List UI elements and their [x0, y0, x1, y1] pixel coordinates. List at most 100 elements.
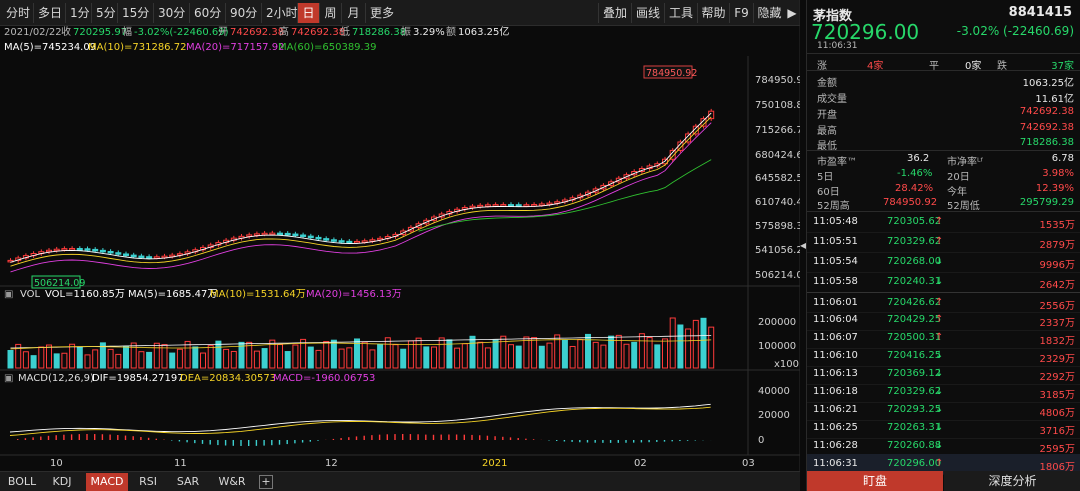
trade-time: 11:05:51	[813, 236, 858, 247]
volume-axis-label: 200000	[758, 317, 796, 328]
indicator-tab-wr[interactable]: W&R	[212, 473, 252, 491]
trade-volume: 9996万	[1039, 260, 1075, 271]
candle-down	[130, 254, 137, 258]
max-price-label: 784950.92	[646, 68, 697, 79]
volume-unit-label: x100	[774, 359, 799, 370]
price-axis-label: 715266.7	[755, 125, 800, 136]
trade-price: 720500.31	[887, 332, 942, 343]
trade-volume: 2337万	[1039, 318, 1075, 329]
volume-bar-down	[76, 346, 83, 369]
volume-ma20: MA(20)=1456.13万	[306, 289, 402, 300]
candle-down	[84, 248, 91, 251]
candle-up	[492, 204, 499, 207]
volume-bar-down	[7, 350, 14, 369]
volume-bar-up	[600, 344, 607, 369]
quote-time: 11:06:31	[817, 41, 858, 51]
trade-price: 720329.62	[887, 236, 942, 247]
volume-bar-down	[261, 348, 268, 369]
candle-down	[146, 256, 153, 259]
d5-value: -1.46%	[897, 168, 933, 179]
volume-legend-icon[interactable]: ▣	[4, 288, 13, 302]
indicator-tab-macd[interactable]: MACD	[86, 473, 128, 491]
volume-bar-up	[46, 344, 52, 369]
volume-bar-up	[200, 352, 206, 369]
volume-bar-up	[708, 326, 715, 369]
volume-bar-up	[69, 343, 76, 369]
volume-bar-up	[546, 342, 553, 369]
trade-volume: 4806万	[1039, 408, 1075, 419]
volume-bar-up	[431, 346, 437, 369]
x-axis-label: 11	[174, 458, 187, 469]
trade-price: 720293.25	[887, 404, 942, 415]
d20-value: 3.98%	[1042, 168, 1074, 179]
x-axis-label: 03	[742, 458, 755, 469]
trade-time: 11:05:54	[813, 256, 858, 267]
trade-time: 11:06:04	[813, 314, 858, 325]
w52-low-value: 295799.29	[1019, 197, 1074, 208]
up-arrow-icon: ↑	[935, 236, 944, 247]
price-change: -3.02% (-22460.69)	[956, 24, 1074, 38]
volume-bar-down	[284, 351, 291, 369]
macd-legend: ▣ MACD(12,26,9) DIF=19854.27197 DEA=2083…	[0, 372, 700, 386]
w52-high-label: 52周高	[817, 201, 850, 212]
volume-bar-down	[492, 339, 499, 369]
candle-down	[346, 240, 353, 244]
volume-bar-up	[638, 333, 645, 369]
candle-down	[284, 232, 291, 236]
watch-button[interactable]: 盯盘	[807, 471, 943, 491]
candle-up	[53, 248, 60, 252]
pe-label: 市盈率™	[817, 157, 857, 168]
volume-bar-up	[153, 342, 160, 369]
trade-volume: 2879万	[1039, 240, 1075, 251]
macd-legend-icon[interactable]: ▣	[4, 372, 13, 386]
indicator-tab-rsi[interactable]: RSI	[132, 473, 164, 491]
ma20-line	[10, 122, 712, 273]
indicator-tab-boll[interactable]: BOLL	[4, 473, 40, 491]
divider-line	[807, 70, 1080, 71]
volume-bar-up	[138, 351, 145, 369]
volume-bar-up	[500, 335, 507, 369]
down-arrow-icon: ↓	[935, 386, 944, 397]
volume-ma5: MA(5)=1685.47万	[128, 289, 218, 300]
volume-bar-up	[484, 347, 491, 369]
trade-volume: 2292万	[1039, 372, 1075, 383]
dea-line	[9, 406, 711, 436]
candle-up	[484, 204, 491, 207]
indicator-tabs: BOLL KDJ MACD RSI SAR W&R +	[0, 471, 800, 491]
chart-canvas[interactable]: 784950.9 750108.8 715266.7 680424.6 6455…	[0, 0, 800, 471]
candle-up	[469, 205, 476, 209]
volume-bar-down	[400, 348, 407, 369]
volume-bar-up	[253, 350, 260, 369]
stat-label: 金额	[817, 78, 837, 89]
indicator-tab-sar[interactable]: SAR	[170, 473, 206, 491]
depth-analysis-button[interactable]: 深度分析	[944, 471, 1080, 491]
trade-row: 11:05:48 720305.62 ↑ 1535万	[807, 212, 1080, 233]
x-axis-label: 2021	[482, 458, 507, 469]
trade-time: 11:06:21	[813, 404, 858, 415]
candle-down	[330, 239, 337, 242]
volume-bar-up	[592, 341, 599, 369]
indicator-tab-kdj[interactable]: KDJ	[44, 473, 80, 491]
volume-bar-up	[223, 348, 230, 369]
down-arrow-icon: ↓	[935, 350, 944, 361]
macd-title: MACD(12,26,9)	[18, 373, 94, 384]
pe-value: 36.2	[907, 153, 930, 164]
add-indicator-button[interactable]: +	[259, 475, 273, 489]
trade-row: 11:05:54 720268.00 ↓ 9996万	[807, 252, 1080, 273]
candle-down	[123, 253, 129, 256]
volume-bar-up	[84, 354, 91, 369]
trade-ticker-list[interactable]: 11:05:48 720305.62 ↑ 1535万 11:05:51 7203…	[807, 212, 1080, 475]
x-axis-label: 12	[325, 458, 338, 469]
price-axis-label: 680424.6	[755, 150, 800, 161]
price-axis-label: 610740.4	[755, 197, 800, 208]
w52-high-value: 784950.92	[883, 197, 938, 208]
trade-time: 11:05:48	[813, 216, 858, 227]
trade-price: 720260.88	[887, 440, 942, 451]
volume-bar-up	[230, 350, 237, 369]
volume-axis-label: 100000	[758, 341, 796, 352]
stat-value: 11.61亿	[1035, 94, 1074, 105]
volume-bar-up	[246, 341, 253, 369]
macd-axis-label: 0	[758, 435, 764, 446]
candle-down	[76, 247, 83, 251]
down-arrow-icon: ↓	[935, 276, 944, 287]
